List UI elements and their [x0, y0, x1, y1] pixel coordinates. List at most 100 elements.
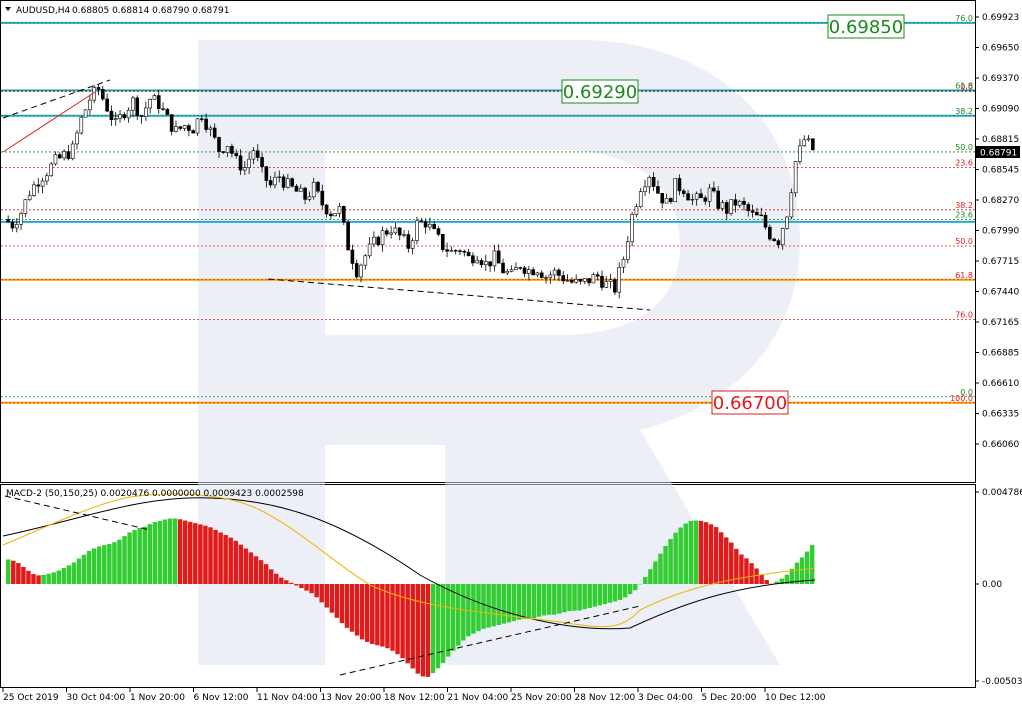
macd-bar: [658, 553, 663, 585]
macd-bar: [36, 575, 41, 585]
macd-bar: [435, 584, 441, 669]
candle: [376, 235, 381, 246]
macd-bar: [21, 566, 26, 585]
macd-bar: [137, 528, 142, 585]
macd-bar: [309, 584, 314, 594]
macd-bar: [86, 550, 92, 585]
x-tick-label: 1 Nov 20:00: [130, 693, 185, 703]
macd-bar: [648, 569, 653, 585]
macd-bar: [233, 540, 238, 585]
macd-bar: [683, 523, 688, 585]
x-tick-label: 5 Dec 20:00: [702, 693, 757, 703]
macd-bar: [238, 544, 244, 585]
macd-bar: [425, 584, 431, 677]
macd-bar: [622, 584, 628, 598]
fib-label: 23.6: [955, 159, 973, 168]
macd-bar: [117, 539, 122, 585]
candle: [290, 177, 294, 188]
macd-bar: [213, 529, 218, 585]
macd-bar: [764, 579, 769, 585]
macd-bar: [703, 522, 709, 585]
candle: [346, 219, 350, 251]
macd-bar: [112, 542, 117, 585]
macd-bar: [41, 574, 46, 585]
macd-bar: [51, 572, 56, 585]
candle: [195, 118, 200, 136]
x-tick-label: 11 Nov 04:00: [257, 693, 318, 703]
macd-bar: [157, 520, 163, 585]
y-tick-label: 0.00: [982, 580, 1002, 590]
x-tick-label: 18 Nov 12:00: [384, 693, 445, 703]
macd-bar: [461, 584, 466, 641]
y-tick-label: 0.69090: [982, 105, 1019, 115]
macd-bar: [344, 584, 350, 628]
macd-bar: [66, 565, 72, 585]
macd-bar: [744, 558, 749, 585]
macd-bar: [420, 584, 426, 677]
macd-bar: [749, 563, 754, 585]
macd-bar: [653, 561, 658, 585]
candle: [729, 199, 733, 216]
macd-bar: [61, 567, 67, 585]
macd-bar: [607, 584, 613, 603]
macd-bar: [167, 518, 173, 585]
candle: [793, 160, 798, 198]
macd-bar: [263, 564, 269, 585]
macd-bar: [172, 518, 178, 585]
macd-bar: [279, 577, 284, 585]
macd-bar: [582, 584, 587, 610]
macd-bar: [284, 580, 289, 585]
y-tick-label: 0.66335: [982, 410, 1019, 420]
macd-bar: [531, 584, 537, 618]
macd-bar: [415, 584, 421, 674]
macd-bar: [11, 560, 16, 585]
candle: [83, 109, 88, 118]
macd-bar: [612, 584, 618, 602]
macd-bar: [567, 584, 572, 612]
macd-bar: [76, 558, 82, 585]
x-tick-label: 25 Oct 2019: [3, 693, 59, 703]
fib-label: 38.2: [955, 201, 973, 210]
x-tick-label: 25 Nov 20:00: [511, 693, 572, 703]
y-tick-label: 0.68270: [982, 196, 1019, 206]
macd-bar: [794, 562, 800, 585]
macd-bar: [526, 584, 532, 619]
y-tick-label: 0.67715: [982, 257, 1019, 267]
macd-bar: [471, 584, 476, 634]
macd-bar: [132, 529, 137, 585]
macd-bar: [370, 584, 375, 644]
macd-bar: [380, 584, 385, 647]
x-tick-label: 3 Dec 04:00: [638, 693, 693, 703]
target-label: 0.69290: [563, 82, 637, 103]
macd-bar: [56, 570, 62, 585]
target-box-69850: 0.69850: [827, 14, 905, 39]
macd-bar: [299, 584, 304, 589]
candle: [440, 233, 445, 253]
macd-bar: [188, 521, 193, 585]
macd-bar: [127, 532, 132, 585]
macd-bar: [147, 524, 153, 585]
x-tick-label: 21 Nov 04:00: [448, 693, 509, 703]
macd-bar: [364, 584, 370, 642]
macd-bar: [223, 535, 228, 585]
macd-bar: [152, 522, 158, 585]
macd-bar: [481, 584, 486, 629]
macd-bar: [329, 584, 335, 613]
macd-bar: [562, 584, 567, 613]
macd-bar: [450, 584, 456, 651]
macd-bar: [268, 569, 274, 585]
macd-bar: [698, 520, 704, 585]
macd-bar: [6, 559, 11, 585]
macd-bar: [541, 584, 547, 616]
y-tick-label: 0.66885: [982, 349, 1019, 359]
macd-bar: [203, 525, 208, 585]
macd-bar: [218, 532, 223, 585]
macd-bar: [638, 583, 643, 585]
macd-bar: [729, 542, 734, 585]
macd-bar: [759, 574, 764, 585]
macd-bar: [193, 523, 198, 585]
y-tick-label: 0.66610: [982, 379, 1019, 389]
macd-bar: [339, 584, 345, 623]
macd-bar: [273, 573, 279, 585]
x-tick-label: 13 Nov 20:00: [321, 693, 382, 703]
